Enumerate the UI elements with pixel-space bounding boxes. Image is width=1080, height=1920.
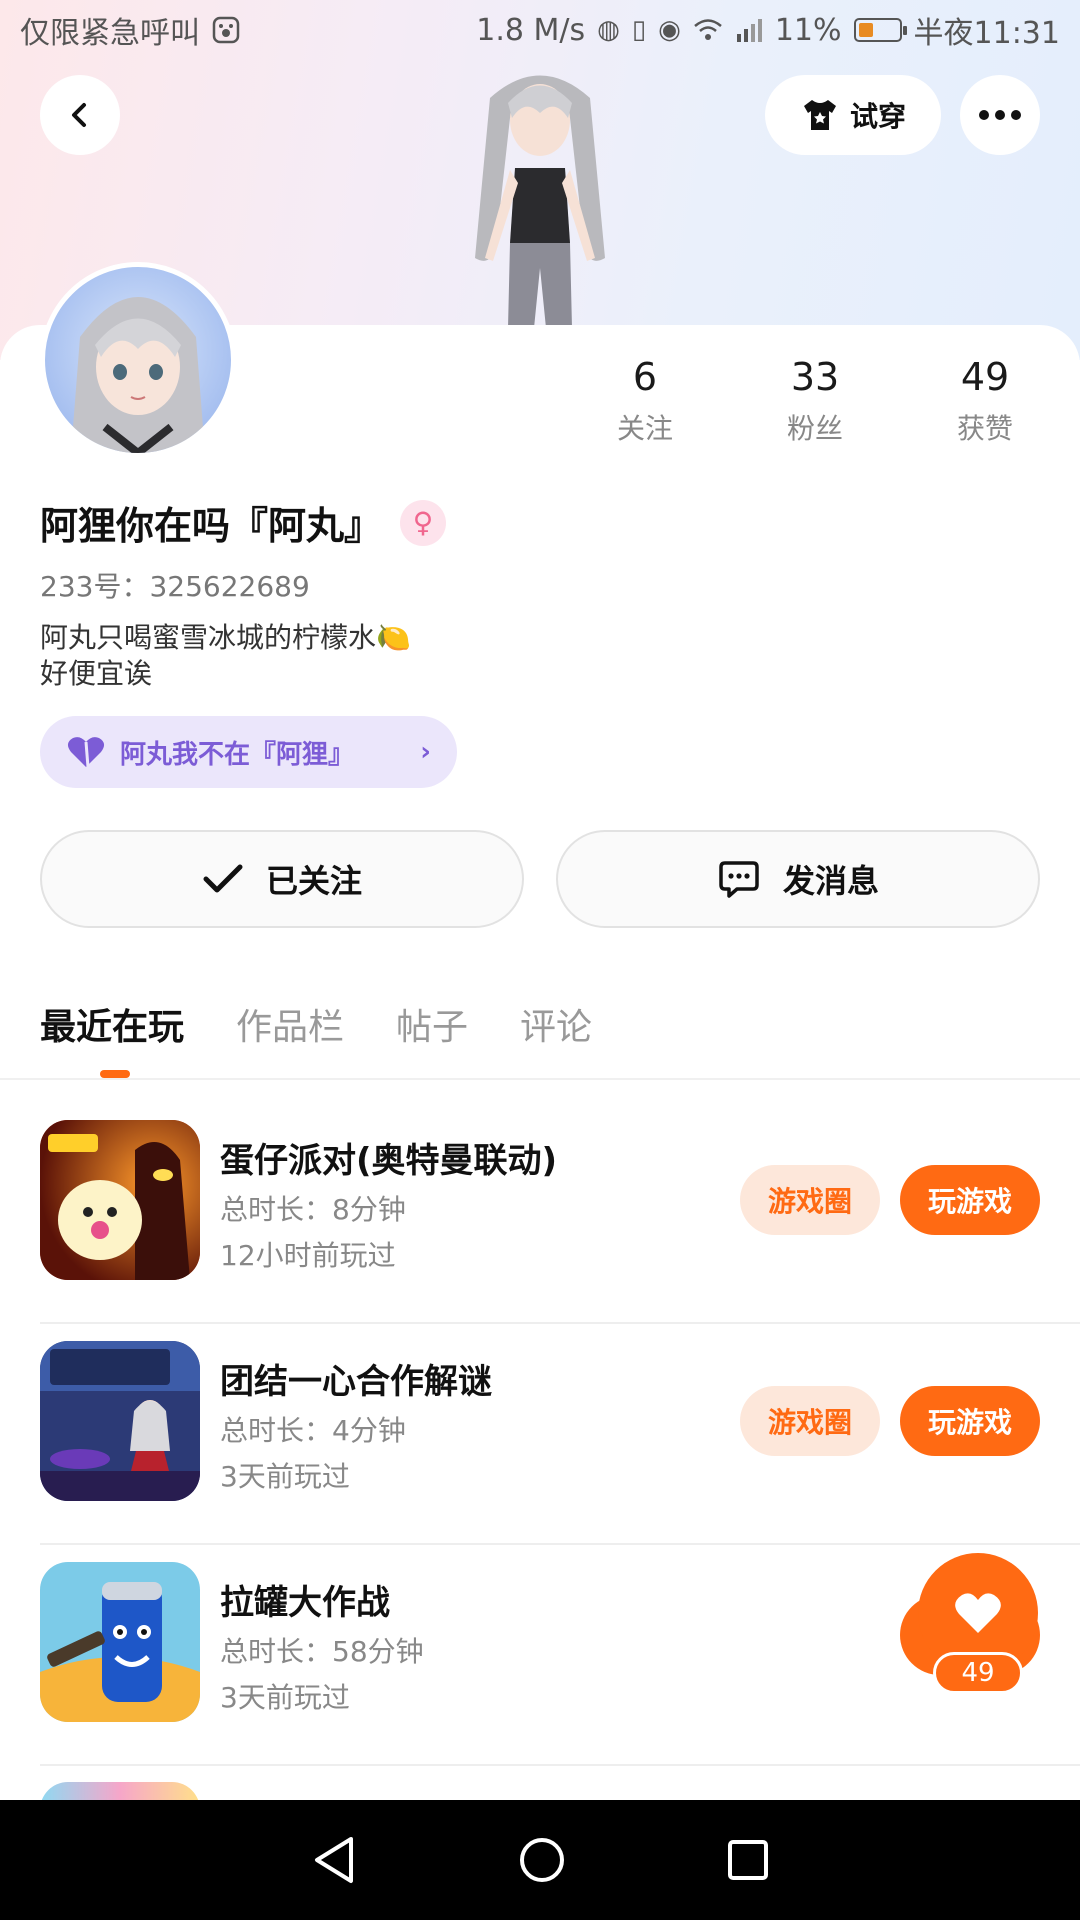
game-title: 拉罐大作战 [220,1583,390,1623]
game-icon-eggy-party [40,1120,200,1280]
nickname: 阿狸你在吗『阿丸』 [40,504,383,548]
game-last-played: 12小时前玩过 [220,1239,396,1272]
stat-following[interactable]: 6 关注 [575,355,715,447]
cp-relation-pill[interactable]: 阿丸我不在『阿狸』 › [40,716,457,788]
game-circle-button[interactable]: 游戏圈 [740,1386,880,1456]
tab-comments[interactable]: 评论 [520,998,592,1050]
game-duration: 总时长：4分钟 [220,1414,406,1447]
stat-likes-label: 获赞 [956,412,1013,445]
tab-posts[interactable]: 帖子 [396,998,468,1050]
more-dots-icon [979,110,1021,120]
game-duration: 总时长：58分钟 [220,1635,424,1668]
bio-line-2: 好便宜诶 [40,657,153,690]
tab-recently-played[interactable]: 最近在玩 [40,998,184,1050]
nav-back-icon[interactable] [311,1835,357,1885]
bio: 阿丸只喝蜜雪冰城的柠檬水🍋 好便宜诶 [40,620,411,692]
battery-percent: 11% [774,12,842,48]
chevron-left-icon [72,103,86,127]
send-message-label: 发消息 [782,862,879,900]
tab-active-indicator [100,1070,130,1078]
avatar[interactable] [40,262,236,458]
stat-following-value: 6 [632,355,658,399]
game-circle-button[interactable]: 游戏圈 [740,1165,880,1235]
female-gender-icon: ♀ [400,499,447,546]
carrier-text: 仅限紧急呼叫 [20,16,200,51]
bio-line-1: 阿丸只喝蜜雪冰城的柠檬水🍋 [40,621,411,654]
tshirt-icon [803,100,836,130]
network-speed: 1.8 M/s [476,12,586,48]
profile-tabs: 最近在玩 作品栏 帖子 评论 [40,998,592,1050]
stat-likes[interactable]: 49 获赞 [915,355,1055,447]
game-last-played: 3天前玩过 [220,1681,350,1714]
user-id: 233号：325622689 [40,570,310,603]
try-on-label: 试穿 [849,100,906,133]
stat-followers[interactable]: 33 粉丝 [745,355,885,447]
baidu-paw-icon [212,16,240,44]
avatar-image [71,297,205,453]
eye-comfort-icon: ◉ [658,15,681,45]
followed-button[interactable]: 已关注 [40,830,524,928]
try-on-button[interactable]: 试穿 [765,75,941,155]
heart-icon [67,737,105,768]
nav-recents-icon[interactable] [727,1839,769,1881]
game-title: 团结一心合作解谜 [220,1362,492,1402]
play-game-button[interactable]: 玩游戏 [900,1165,1040,1235]
game-title: 蛋仔派对(奥特曼联动) [220,1141,558,1181]
checkmark-icon [203,864,243,893]
like-count-badge: 49 [933,1652,1023,1694]
row-divider [40,1764,1080,1766]
heart-icon [955,1593,1001,1633]
battery-icon [853,18,907,42]
stat-following-label: 关注 [616,412,673,445]
cp-relation-label: 阿丸我不在『阿狸』 [120,739,355,770]
stat-followers-value: 33 [790,355,840,399]
nfc-icon: ◍ [597,15,620,45]
play-game-button[interactable]: 玩游戏 [900,1386,1040,1456]
nav-home-icon[interactable] [518,1836,566,1884]
system-nav-bar [0,1800,1080,1920]
stat-likes-value: 49 [960,355,1010,399]
game-icon-puzzle [40,1341,200,1501]
more-button[interactable] [960,75,1040,155]
tab-works[interactable]: 作品栏 [236,998,344,1050]
back-button[interactable] [40,75,120,155]
chevron-right-icon: › [420,737,431,767]
nickname-row: 阿狸你在吗『阿丸』 ♀ [40,495,447,550]
game-icon-can-battle [40,1562,200,1722]
followed-label: 已关注 [265,862,362,900]
send-message-button[interactable]: 发消息 [556,830,1040,928]
vibrate-icon: ▯ [631,15,647,45]
avatar-3d-figure [475,75,605,328]
signal-icon [735,18,763,42]
list-item[interactable]: 蛋仔派对(奥特曼联动) 总时长：8分钟 12小时前玩过 游戏圈 玩游戏 [0,1103,1080,1324]
stat-followers-label: 粉丝 [786,412,843,445]
chat-bubble-icon [719,861,759,898]
game-last-played: 3天前玩过 [220,1460,350,1493]
clock: 半夜11:31 [913,16,1060,51]
wifi-icon [693,18,723,42]
status-bar: 仅限紧急呼叫 1.8 M/s ◍ ▯ ◉ 11% 半夜11:31 [0,0,1080,60]
game-duration: 总时长：8分钟 [220,1193,406,1226]
list-item[interactable]: 团结一心合作解谜 总时长：4分钟 3天前玩过 游戏圈 玩游戏 [0,1324,1080,1545]
tabs-divider [0,1078,1080,1080]
